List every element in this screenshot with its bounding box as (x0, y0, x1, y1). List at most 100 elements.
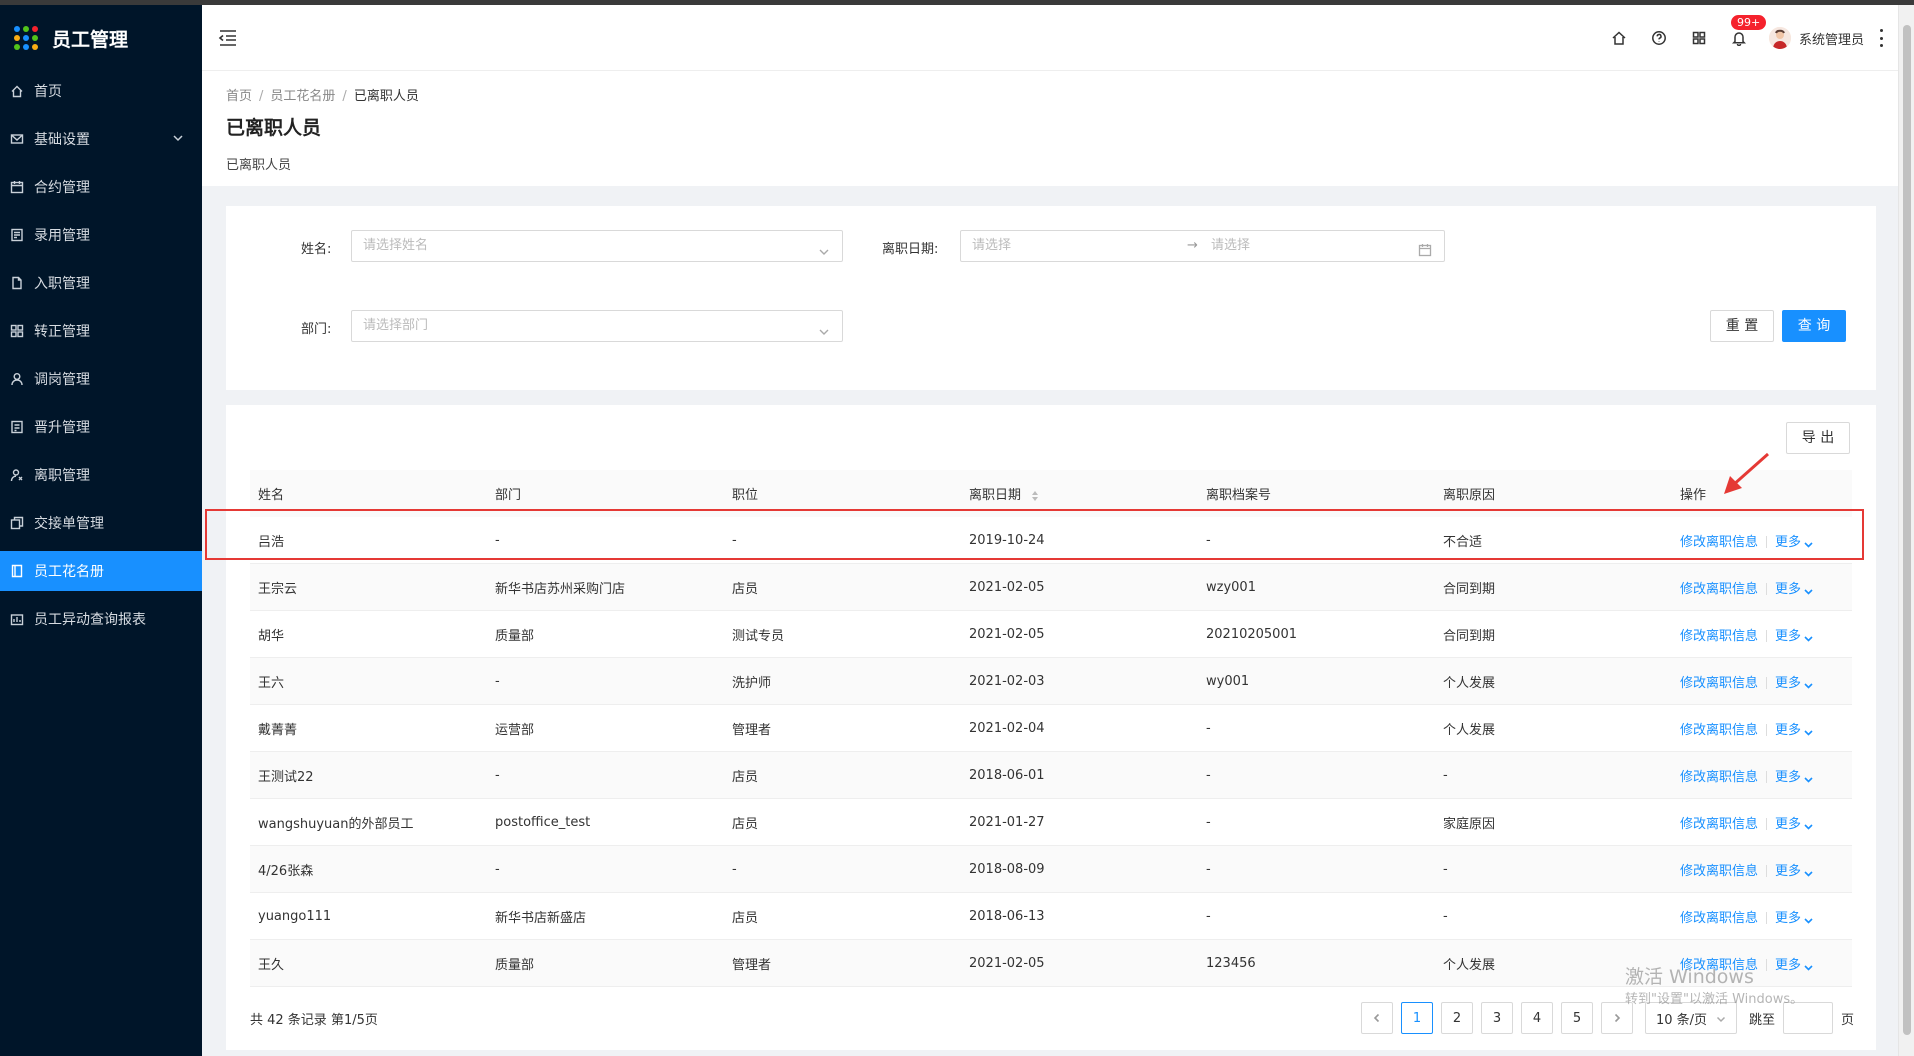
page-4-button[interactable]: 4 (1520, 1002, 1553, 1034)
name-select[interactable]: 请选择姓名 (351, 230, 843, 262)
menu-fold-icon[interactable] (218, 29, 238, 47)
cell-position: 管理者 (732, 957, 772, 973)
more-actions-link[interactable]: 更多 (1775, 723, 1813, 738)
more-actions-link[interactable]: 更多 (1775, 864, 1813, 879)
date-range-picker[interactable]: 请选择 → 请选择 (960, 230, 1445, 262)
sort-icon[interactable] (1031, 490, 1039, 502)
cell-name: 王宗云 (258, 581, 298, 597)
column-header-name: 姓名 (258, 488, 285, 503)
cell-name: 王六 (258, 675, 285, 691)
table-row: 王宗云 新华书店苏州采购门店 店员 2021-02-05 wzy001 合同到期 修改离职信… (250, 564, 1852, 611)
more-actions-link[interactable]: 更多 (1775, 582, 1813, 597)
edit-leave-info-link[interactable]: 修改离职信息 (1680, 770, 1758, 785)
edit-leave-info-link[interactable]: 修改离职信息 (1680, 535, 1758, 550)
app-logo: 员工管理 (0, 5, 202, 71)
export-button[interactable]: 导 出 (1786, 422, 1850, 454)
breadcrumb-home[interactable]: 首页 (226, 89, 252, 104)
sidebar-item-label: 离职管理 (34, 468, 90, 484)
cell-name: 吕浩 (258, 534, 285, 550)
sidebar-item-3[interactable]: 录用管理 (0, 215, 202, 255)
apps-icon[interactable] (1689, 28, 1709, 48)
cell-position: 店员 (732, 581, 759, 597)
cell-position: 洗护师 (732, 675, 772, 691)
more-actions-link[interactable]: 更多 (1775, 629, 1813, 644)
dept-filter-label: 部门: (301, 322, 332, 337)
help-icon[interactable] (1649, 28, 1669, 48)
date-end-placeholder[interactable]: 请选择 (1211, 231, 1250, 261)
edit-leave-info-link[interactable]: 修改离职信息 (1680, 582, 1758, 597)
edit-leave-info-link[interactable]: 修改离职信息 (1680, 723, 1758, 738)
cell-archive-no: 123456 (1206, 955, 1256, 971)
page-size-value: 10 条/页 (1655, 1012, 1708, 1028)
edit-leave-info-link[interactable]: 修改离职信息 (1680, 817, 1758, 832)
cell-archive-no: wzy001 (1206, 579, 1256, 595)
sidebar-item-1[interactable]: 基础设置 (0, 119, 202, 159)
home-icon[interactable] (1609, 28, 1629, 48)
more-actions-link[interactable]: 更多 (1775, 770, 1813, 785)
chevron-down-icon (818, 320, 830, 335)
avatar[interactable] (1768, 27, 1791, 49)
edit-leave-info-link[interactable]: 修改离职信息 (1680, 676, 1758, 691)
breadcrumb-parent[interactable]: 员工花名册 (270, 89, 335, 104)
username[interactable]: 系统管理员 (1799, 29, 1864, 48)
top-header: 99+ 系统管理员 (202, 5, 1898, 71)
cell-name: 王久 (258, 957, 285, 973)
dept-select[interactable]: 请选择部门 (351, 310, 843, 342)
column-header-leave-date[interactable]: 离职日期 (961, 484, 1198, 503)
sidebar-item-6[interactable]: 调岗管理 (0, 359, 202, 399)
file-icon (10, 276, 24, 290)
more-actions-label: 更多 (1775, 534, 1802, 550)
more-actions-link[interactable]: 更多 (1775, 958, 1813, 973)
sidebar-item-9[interactable]: 交接单管理 (0, 503, 202, 543)
more-vertical-icon[interactable] (1878, 29, 1884, 47)
page-scrollbar[interactable] (1898, 5, 1914, 1056)
cell-dept: 新华书店新盛店 (495, 910, 587, 926)
cell-position: 测试专员 (732, 628, 785, 644)
chevron-down-icon[interactable] (172, 132, 184, 144)
sidebar-item-10[interactable]: 员工花名册 (0, 551, 202, 591)
action-divider (1766, 630, 1768, 642)
action-divider (1766, 771, 1768, 783)
sidebar-item-label: 入职管理 (34, 276, 90, 292)
page-3-button[interactable]: 3 (1480, 1002, 1513, 1034)
cell-position: - (732, 532, 737, 548)
more-actions-link[interactable]: 更多 (1775, 676, 1813, 691)
cell-archive-no: - (1206, 532, 1211, 548)
cell-actions: 修改离职信息 更多 (1672, 672, 1852, 691)
sidebar-item-4[interactable]: 入职管理 (0, 263, 202, 303)
sidebar-item-7[interactable]: 晋升管理 (0, 407, 202, 447)
action-divider (1766, 912, 1768, 924)
sidebar-item-5[interactable]: 转正管理 (0, 311, 202, 351)
sidebar-item-8[interactable]: 离职管理 (0, 455, 202, 495)
page-2-button[interactable]: 2 (1440, 1002, 1473, 1034)
edit-leave-info-link[interactable]: 修改离职信息 (1680, 911, 1758, 926)
cell-archive-no: 20210205001 (1206, 626, 1297, 642)
edit-leave-info-link[interactable]: 修改离职信息 (1680, 864, 1758, 879)
more-actions-label: 更多 (1775, 863, 1802, 879)
date-start-placeholder[interactable]: 请选择 (972, 238, 1011, 253)
cell-reason: - (1443, 767, 1448, 783)
sidebar-item-11[interactable]: 员工异动查询报表 (0, 599, 202, 639)
prev-page-button[interactable] (1360, 1002, 1393, 1034)
cell-dept: - (495, 673, 500, 689)
cell-dept: - (495, 532, 500, 548)
cell-position: 店员 (732, 769, 759, 785)
edit-leave-info-link[interactable]: 修改离职信息 (1680, 629, 1758, 644)
range-separator: → (1187, 238, 1198, 253)
cell-dept: postoffice_test (495, 814, 591, 830)
page-1-button[interactable]: 1 (1400, 1002, 1433, 1034)
page-5-button[interactable]: 5 (1560, 1002, 1593, 1034)
sidebar-item-2[interactable]: 合约管理 (0, 167, 202, 207)
more-actions-link[interactable]: 更多 (1775, 535, 1813, 550)
query-button[interactable]: 查 询 (1782, 310, 1846, 342)
user-leave-icon (10, 468, 24, 482)
cell-reason: - (1443, 908, 1448, 924)
bell-icon[interactable]: 99+ (1729, 15, 1767, 48)
more-actions-link[interactable]: 更多 (1775, 817, 1813, 832)
chevron-down-icon (1804, 820, 1813, 830)
reset-button[interactable]: 重 置 (1710, 310, 1774, 342)
cell-name: 王测试22 (258, 769, 314, 785)
scrollbar-thumb[interactable] (1903, 25, 1911, 1035)
more-actions-link[interactable]: 更多 (1775, 911, 1813, 926)
sidebar-item-0[interactable]: 首页 (0, 71, 202, 111)
